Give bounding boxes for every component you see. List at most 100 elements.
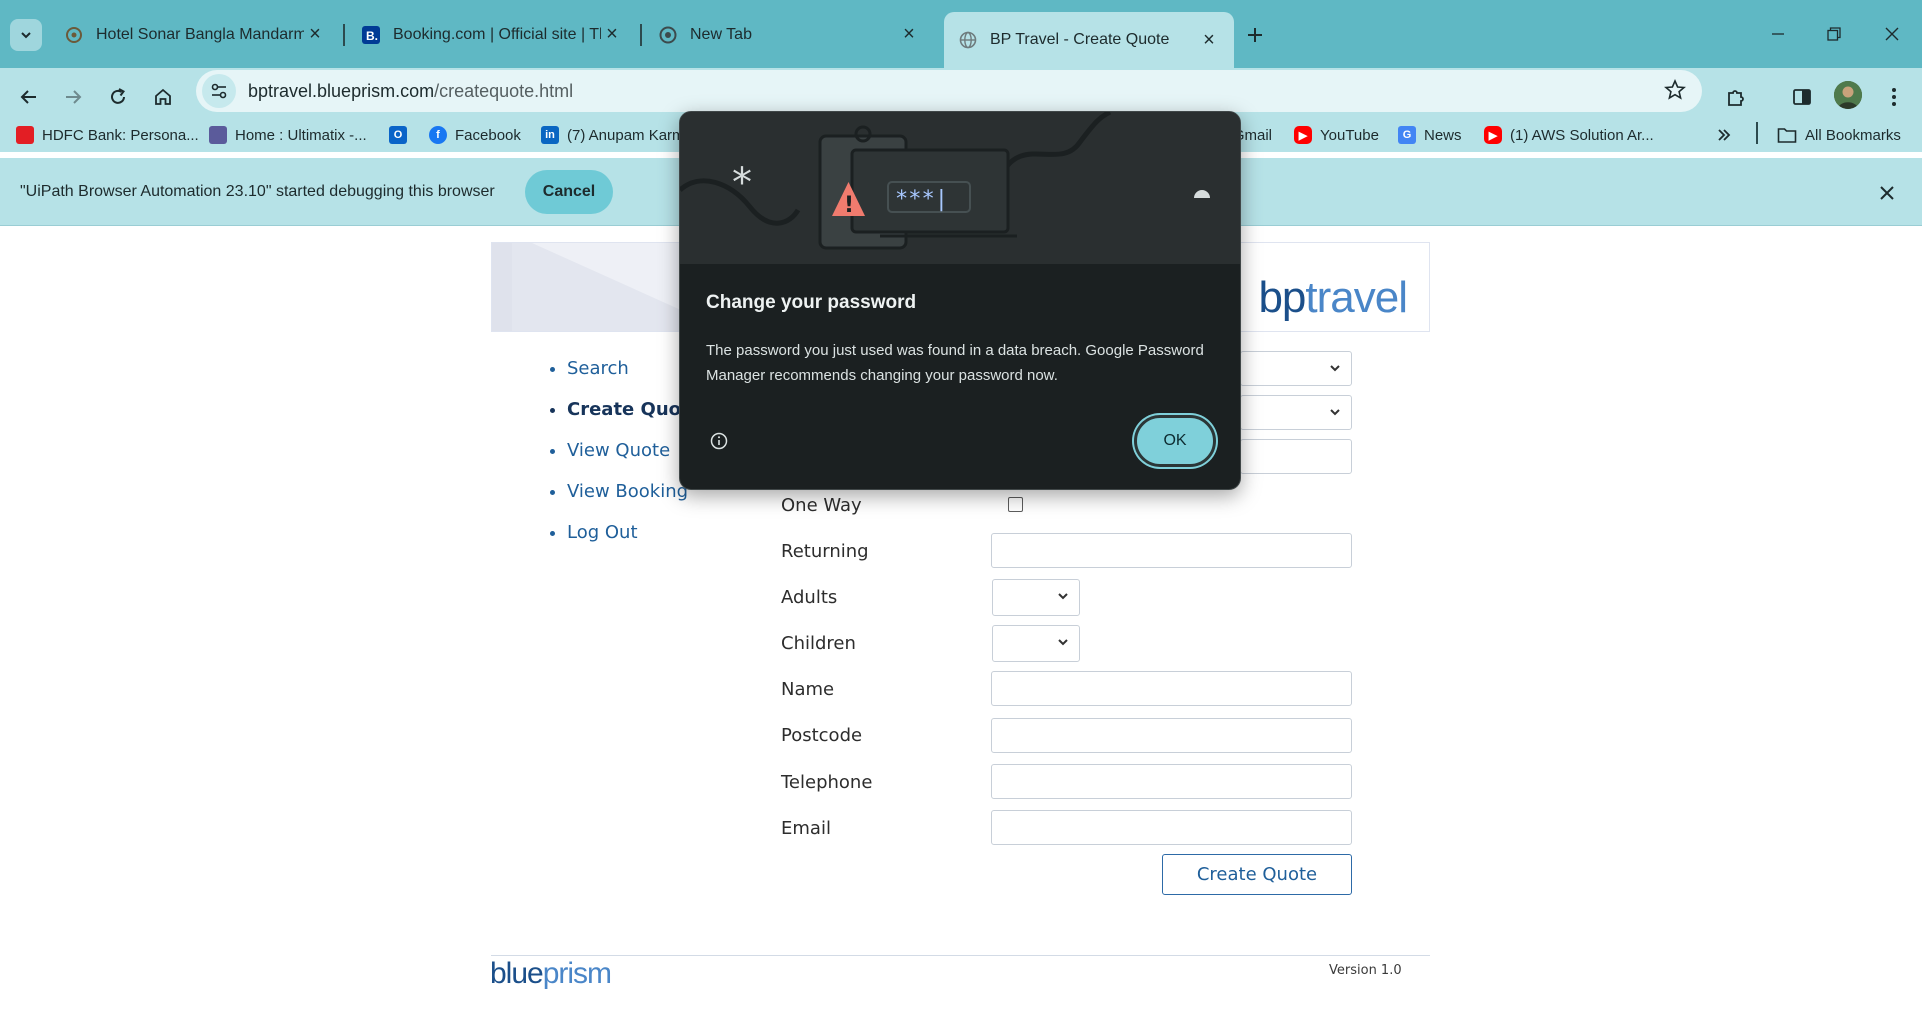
hdfc-icon bbox=[16, 126, 34, 144]
url-path: /createquote.html bbox=[434, 80, 574, 101]
restore-button[interactable] bbox=[1814, 16, 1854, 52]
reload-button[interactable] bbox=[102, 81, 134, 113]
hotel-favicon bbox=[64, 25, 84, 45]
bookmark-youtube[interactable]: ▶ YouTube bbox=[1294, 123, 1379, 147]
nav-log-out[interactable]: Log Out bbox=[567, 522, 702, 563]
side-panel-icon bbox=[1793, 89, 1811, 105]
side-panel-button[interactable] bbox=[1786, 81, 1818, 113]
extensions-button[interactable] bbox=[1720, 81, 1752, 113]
bookmark-star-icon[interactable] bbox=[1664, 78, 1686, 106]
close-tab-icon[interactable]: × bbox=[898, 23, 920, 46]
email-label: Email bbox=[781, 818, 831, 839]
ok-button[interactable]: OK bbox=[1134, 415, 1216, 467]
minimize-button[interactable] bbox=[1758, 16, 1798, 52]
blueprism-logo[interactable]: blueprism bbox=[490, 957, 612, 991]
double-chevron-right-icon bbox=[1718, 129, 1731, 141]
one-way-label: One Way bbox=[781, 495, 862, 516]
window-close-button[interactable] bbox=[1872, 16, 1912, 52]
bookmark-label: HDFC Bank: Persona... bbox=[42, 126, 199, 144]
version-text: Version 1.0 bbox=[1329, 963, 1402, 978]
tab-title: Hotel Sonar Bangla Mandarmoni bbox=[96, 25, 304, 43]
home-button[interactable] bbox=[147, 81, 179, 113]
chevron-down-icon bbox=[1058, 639, 1068, 646]
nav-view-booking[interactable]: View Booking bbox=[567, 481, 702, 522]
infobar-close-button[interactable] bbox=[1874, 180, 1900, 206]
url-host: bptravel.blueprism.com bbox=[248, 80, 435, 101]
more-vert-icon bbox=[1892, 88, 1896, 106]
browser-window: Hotel Sonar Bangla Mandarmoni × B. Booki… bbox=[0, 0, 1922, 1030]
bookmark-hdfc[interactable]: HDFC Bank: Persona... bbox=[16, 123, 199, 147]
one-way-checkbox[interactable] bbox=[1008, 497, 1023, 512]
create-quote-button[interactable]: Create Quote bbox=[1162, 854, 1352, 895]
google-news-icon: G bbox=[1398, 126, 1416, 144]
chevron-down-icon bbox=[1330, 409, 1340, 416]
change-password-dialog: * ***| ! Change your password The passwo… bbox=[679, 111, 1241, 490]
home-icon bbox=[155, 88, 171, 105]
back-button[interactable] bbox=[13, 81, 45, 113]
returning-input[interactable] bbox=[991, 533, 1352, 568]
forward-button[interactable] bbox=[57, 81, 89, 113]
facebook-icon: f bbox=[429, 126, 447, 144]
url-text[interactable]: bptravel.blueprism.com/createquote.html bbox=[248, 81, 573, 102]
adults-select[interactable] bbox=[992, 579, 1080, 616]
bookmark-ultimatix[interactable]: Home : Ultimatix -... bbox=[209, 123, 367, 147]
bookmarks-overflow-button[interactable] bbox=[1716, 123, 1732, 147]
logo-text-travel: travel bbox=[1305, 273, 1408, 322]
tab-strip: Hotel Sonar Bangla Mandarmoni × B. Booki… bbox=[0, 0, 1922, 68]
dialog-title: Change your password bbox=[706, 292, 917, 313]
address-bar[interactable]: bptravel.blueprism.com/createquote.html bbox=[196, 70, 1702, 112]
adults-label: Adults bbox=[781, 587, 838, 608]
tab-new-tab[interactable]: New Tab × bbox=[644, 12, 934, 57]
bookmark-aws-solution[interactable]: ▶ (1) AWS Solution Ar... bbox=[1484, 123, 1654, 147]
bookmark-label: News bbox=[1424, 126, 1462, 144]
outlook-icon: O bbox=[389, 126, 407, 144]
globe-favicon bbox=[958, 30, 978, 50]
close-tab-icon[interactable]: × bbox=[1198, 29, 1220, 51]
bptravel-logo[interactable]: bptravel bbox=[1258, 273, 1408, 323]
tab-booking[interactable]: B. Booking.com | Official site | The × bbox=[347, 12, 637, 57]
to-select[interactable] bbox=[1240, 395, 1352, 430]
from-select[interactable] bbox=[1240, 351, 1352, 386]
tab-title: BP Travel - Create Quote bbox=[990, 31, 1170, 48]
footer-divider bbox=[491, 955, 1430, 956]
name-input[interactable] bbox=[991, 671, 1352, 706]
departing-input[interactable] bbox=[1240, 439, 1352, 474]
bookmark-label: YouTube bbox=[1320, 126, 1379, 144]
all-bookmarks-button[interactable]: All Bookmarks bbox=[1777, 123, 1901, 147]
tab-search-button[interactable] bbox=[10, 19, 42, 51]
close-icon bbox=[1880, 186, 1894, 200]
infobar-cancel-button[interactable]: Cancel bbox=[525, 170, 613, 214]
returning-label: Returning bbox=[781, 541, 869, 562]
bookmark-news[interactable]: G News bbox=[1398, 123, 1462, 147]
telephone-input[interactable] bbox=[991, 764, 1352, 799]
tab-separator bbox=[640, 24, 642, 46]
logo-text-bp: bp bbox=[1258, 273, 1306, 322]
chevron-down-icon bbox=[1330, 365, 1340, 372]
youtube-icon: ▶ bbox=[1294, 126, 1312, 144]
site-info-button[interactable] bbox=[202, 74, 236, 108]
new-tab-button[interactable] bbox=[1240, 20, 1270, 50]
logo-text-prism: prism bbox=[542, 957, 612, 990]
chevron-down-icon bbox=[21, 32, 31, 39]
plus-icon bbox=[1248, 28, 1262, 42]
menu-button[interactable] bbox=[1878, 81, 1910, 113]
tab-hotel[interactable]: Hotel Sonar Bangla Mandarmoni × bbox=[50, 12, 340, 57]
masked-password-text: ***| bbox=[895, 187, 948, 212]
tab-bp-travel[interactable]: BP Travel - Create Quote × bbox=[944, 12, 1234, 68]
children-label: Children bbox=[781, 633, 856, 654]
info-icon[interactable] bbox=[710, 432, 728, 450]
breach-illustration: * ***| ! bbox=[680, 112, 1240, 264]
profile-photo-icon bbox=[1834, 81, 1862, 109]
bookmark-outlook[interactable]: O bbox=[389, 123, 415, 147]
profile-avatar[interactable] bbox=[1834, 81, 1862, 109]
close-tab-icon[interactable]: × bbox=[601, 23, 623, 46]
tab-separator bbox=[343, 24, 345, 46]
email-input[interactable] bbox=[991, 810, 1352, 845]
children-select[interactable] bbox=[992, 625, 1080, 662]
bookmark-facebook[interactable]: f Facebook bbox=[429, 123, 521, 147]
postcode-input[interactable] bbox=[991, 718, 1352, 753]
chrome-favicon bbox=[658, 25, 678, 45]
bookmark-linkedin[interactable]: in (7) Anupam Karm bbox=[541, 123, 681, 147]
close-tab-icon[interactable]: × bbox=[304, 23, 326, 46]
folder-icon bbox=[1777, 128, 1797, 143]
